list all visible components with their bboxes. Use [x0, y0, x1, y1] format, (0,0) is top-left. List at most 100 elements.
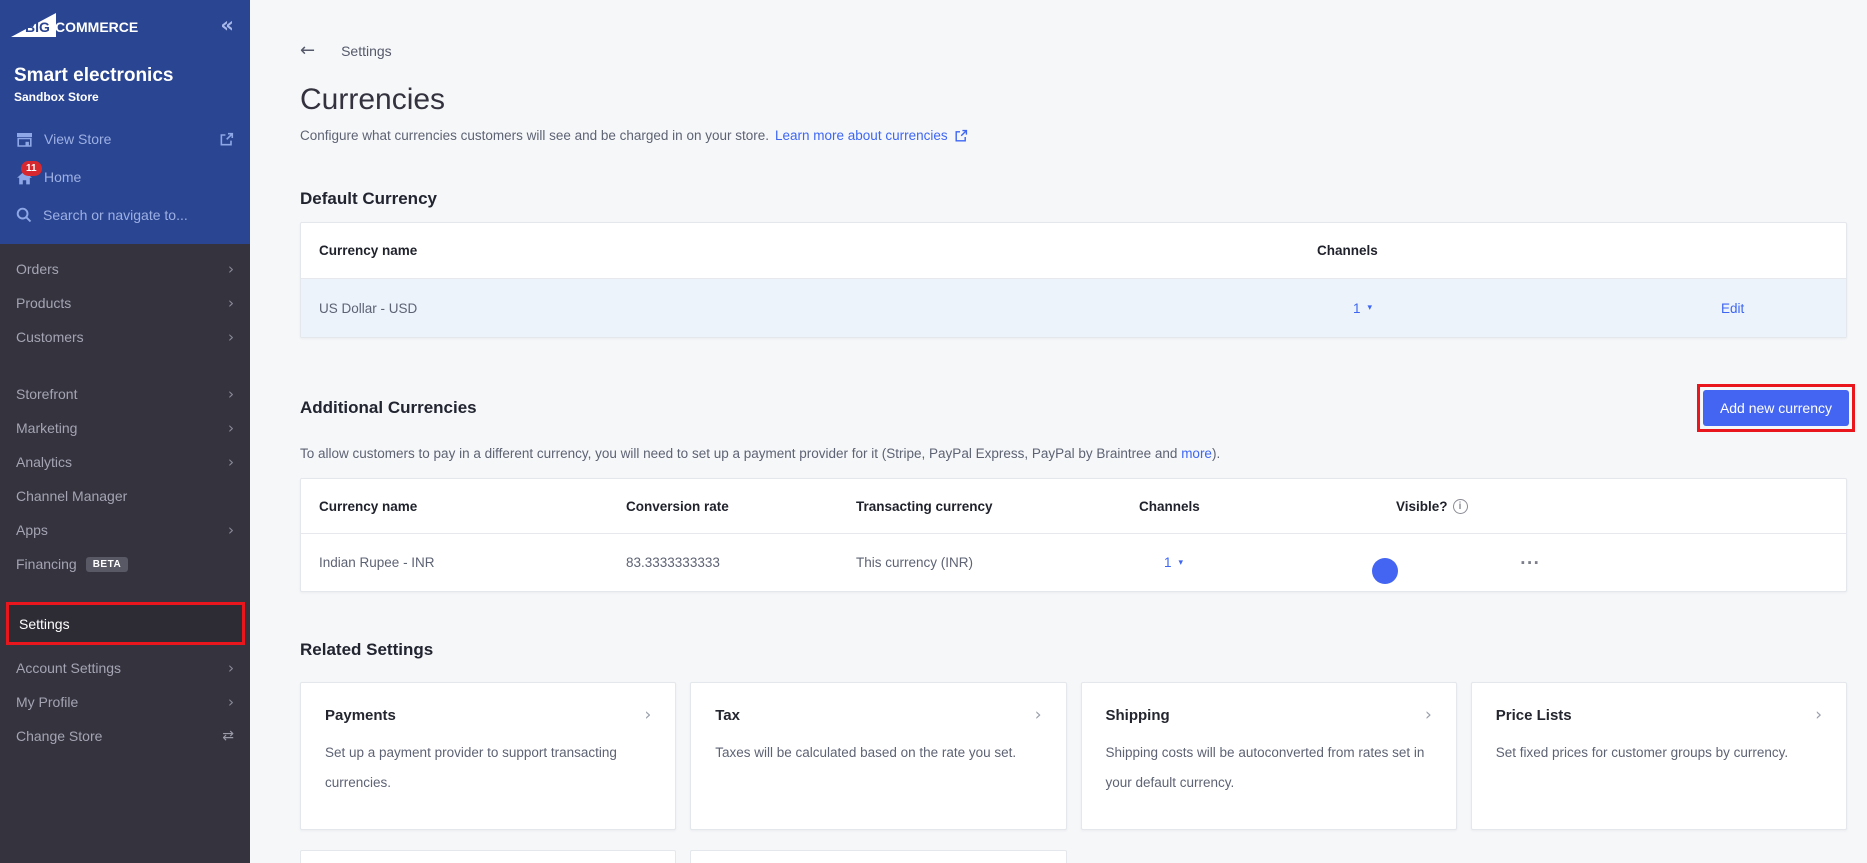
bigcommerce-logo: BIG COMMERCE	[10, 12, 162, 39]
back-arrow-icon[interactable]: ←	[300, 40, 315, 61]
toggle-knob	[1372, 557, 1398, 584]
sidebar-item-storefront[interactable]: Storefront ›	[0, 377, 250, 411]
column-header-channels: Channels	[1317, 243, 1378, 258]
external-link-icon	[219, 132, 234, 147]
sidebar-item-view-store[interactable]: View Store	[0, 120, 250, 158]
sidebar-item-marketing[interactable]: Marketing ›	[0, 411, 250, 445]
chevron-right-icon: ›	[228, 453, 234, 471]
related-settings-heading: Related Settings	[300, 640, 434, 659]
related-card-payments[interactable]: Payments › Set up a payment provider to …	[300, 682, 677, 830]
sidebar-collapse-icon[interactable]: «	[220, 15, 234, 36]
card-description: Shipping costs will be autoconverted fro…	[1105, 745, 1425, 790]
overflow-menu-icon[interactable]: ···	[1506, 554, 1540, 572]
chevron-right-icon: ›	[1034, 705, 1042, 725]
sidebar-item-account-settings[interactable]: Account Settings ›	[0, 651, 250, 685]
card-title: Payments	[325, 706, 396, 724]
menu-label: Apps	[16, 522, 48, 538]
additional-currencies-description: To allow customers to pay in a different…	[300, 446, 1847, 461]
chevron-right-icon: ›	[228, 385, 234, 403]
chevron-right-icon: ›	[228, 521, 234, 539]
column-header-currency-name: Currency name	[319, 243, 418, 258]
card-title: Price Lists	[1495, 706, 1572, 724]
related-card-price-lists[interactable]: Price Lists › Set fixed prices for custo…	[1470, 682, 1847, 830]
sidebar-item-channel-manager[interactable]: Channel Manager	[0, 479, 250, 513]
sidebar-item-customers[interactable]: Customers ›	[0, 320, 250, 354]
sidebar-item-financing[interactable]: Financing BETA	[0, 547, 250, 581]
column-header-currency-name: Currency name	[319, 498, 418, 514]
column-header-transacting-currency: Transacting currency	[856, 498, 993, 514]
sidebar-item-home[interactable]: 11 Home	[0, 158, 250, 196]
currency-name-cell: US Dollar - USD	[319, 300, 418, 316]
sidebar-search[interactable]	[0, 196, 250, 234]
menu-label: Financing	[16, 556, 77, 572]
search-input[interactable]	[43, 207, 213, 223]
edit-link[interactable]: Edit	[1721, 301, 1744, 316]
default-currency-table: Currency name Channels US Dollar - USD 1…	[300, 222, 1847, 338]
additional-currencies-table: Currency name Conversion rate Transactin…	[300, 478, 1847, 592]
info-icon[interactable]: i	[1452, 498, 1468, 514]
chevron-right-icon: ›	[228, 419, 234, 437]
table-header-row: Currency name Channels	[301, 223, 1846, 279]
default-currency-heading: Default Currency	[300, 189, 437, 208]
chevron-right-icon: ›	[228, 260, 234, 278]
caret-down-icon: ▾	[1367, 303, 1373, 313]
chevron-right-icon: ›	[1815, 705, 1822, 725]
channels-count: 1	[1164, 555, 1172, 570]
related-settings-cards-row2	[300, 850, 1847, 863]
breadcrumb-settings[interactable]: Settings	[341, 43, 392, 59]
svg-text:COMMERCE: COMMERCE	[55, 19, 138, 35]
column-header-visible: Visible?	[1396, 498, 1448, 514]
menu-label: Customers	[16, 329, 84, 345]
menu-label: Settings	[19, 615, 70, 632]
sidebar-item-orders[interactable]: Orders ›	[0, 252, 250, 286]
chevron-right-icon: ›	[644, 705, 652, 725]
table-row: Indian Rupee - INR 83.3333333333 This cu…	[301, 534, 1846, 591]
card-description: Set fixed prices for customer groups by …	[1495, 745, 1789, 760]
sidebar-item-change-store[interactable]: Change Store ⇄	[0, 719, 250, 753]
table-row: US Dollar - USD 1 ▾ Edit	[301, 279, 1846, 337]
table-header-row: Currency name Conversion rate Transactin…	[301, 479, 1846, 534]
menu-label: Change Store	[16, 728, 103, 744]
channels-count: 1	[1353, 300, 1361, 316]
store-name: Smart electronics	[14, 65, 174, 86]
more-link[interactable]: more	[1181, 446, 1212, 461]
sidebar-item-apps[interactable]: Apps ›	[0, 513, 250, 547]
currency-name-cell: Indian Rupee - INR	[319, 555, 435, 570]
sidebar-item-my-profile[interactable]: My Profile ›	[0, 685, 250, 719]
chevron-right-icon: ›	[1424, 705, 1432, 725]
sidebar-item-settings[interactable]: Settings	[9, 605, 242, 642]
conversion-rate-cell: 83.3333333333	[626, 555, 720, 570]
sidebar-item-analytics[interactable]: Analytics ›	[0, 445, 250, 479]
related-card-shipping[interactable]: Shipping › Shipping costs will be autoco…	[1080, 682, 1457, 830]
column-header-channels: Channels	[1139, 498, 1200, 514]
card-title: Tax	[715, 706, 740, 724]
card-description: Taxes will be calculated based on the ra…	[715, 745, 1017, 760]
menu-label: Account Settings	[16, 660, 122, 676]
home-label: Home	[44, 169, 82, 185]
menu-label: Products	[16, 295, 72, 311]
caret-down-icon: ▾	[1178, 557, 1184, 568]
channels-dropdown[interactable]: 1 ▾	[1353, 301, 1372, 316]
learn-more-link[interactable]: Learn more about currencies	[775, 128, 948, 143]
annotation-box-settings: Settings	[6, 602, 245, 645]
menu-label: Orders	[16, 261, 59, 277]
svg-text:BIG: BIG	[25, 19, 50, 35]
view-store-label: View Store	[44, 131, 112, 147]
sidebar-item-products[interactable]: Products ›	[0, 286, 250, 320]
page-description: Configure what currencies customers will…	[300, 128, 769, 143]
annotation-box-add-currency: Add new currency	[1696, 384, 1855, 432]
related-card-stub[interactable]	[300, 850, 677, 863]
search-icon	[16, 207, 32, 223]
chevron-right-icon: ›	[228, 659, 234, 677]
description-text: To allow customers to pay in a different…	[300, 446, 1182, 461]
related-card-stub[interactable]	[690, 850, 1067, 863]
add-new-currency-button[interactable]: Add new currency	[1702, 390, 1849, 426]
channels-dropdown[interactable]: 1 ▾	[1164, 555, 1183, 570]
related-card-tax[interactable]: Tax › Taxes will be calculated based on …	[690, 682, 1067, 830]
menu-label: Marketing	[16, 420, 78, 436]
chevron-right-icon: ›	[228, 693, 234, 711]
transacting-currency-cell: This currency (INR)	[856, 555, 974, 570]
home-notification-badge: 11	[21, 160, 42, 176]
chevron-right-icon: ›	[228, 328, 234, 346]
main-content: ← Settings Currencies Configure what cur…	[250, 0, 1867, 863]
